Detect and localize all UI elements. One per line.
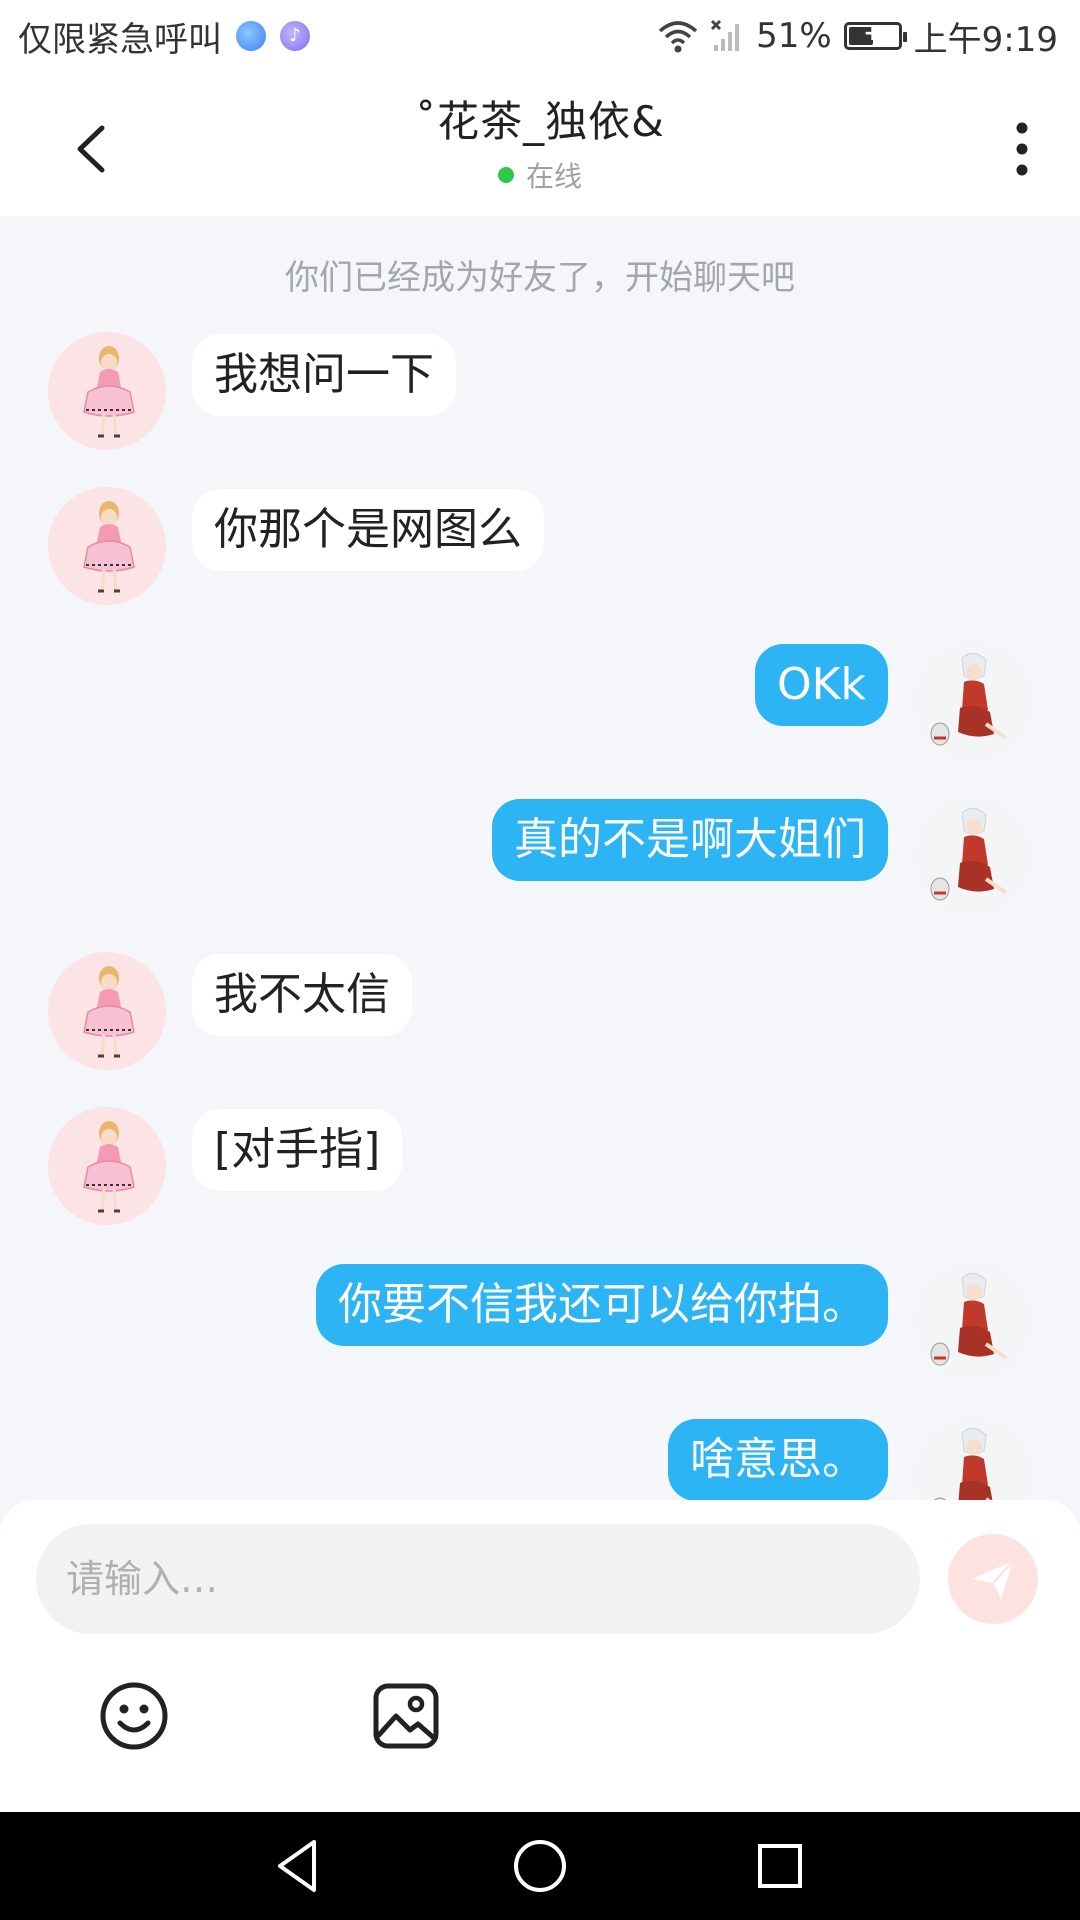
more-vertical-icon (1016, 122, 1028, 176)
image-icon (373, 1683, 439, 1749)
triangle-back-icon (278, 1840, 316, 1892)
my-avatar[interactable] (914, 642, 1032, 760)
outgoing-message-bubble[interactable]: OKk (755, 644, 888, 726)
outgoing-message-bubble[interactable]: 你要不信我还可以给你拍。 (316, 1264, 888, 1346)
globe-icon (236, 21, 266, 51)
status-bar: 仅限紧急呼叫 ♪ 51% + 上午9:19 (0, 0, 1080, 72)
emoji-icon (100, 1682, 168, 1750)
carrier-text: 仅限紧急呼叫 (18, 19, 222, 60)
incoming-message-bubble[interactable]: 你那个是网图么 (192, 489, 544, 571)
chat-header: ˚花茶_独依& 在线 (0, 72, 1080, 216)
message-list[interactable]: 你们已经成为好友了，开始聊天吧 我想问一下你那个是网图么 OKk 真的不是啊大姐们我… (0, 216, 1080, 1500)
battery-percent: 51% (756, 16, 832, 56)
system-tip: 你们已经成为好友了，开始聊天吧 (285, 258, 795, 298)
nav-back-button[interactable] (268, 1834, 332, 1898)
send-button[interactable] (948, 1534, 1038, 1624)
emoji-button[interactable] (98, 1680, 170, 1752)
image-button[interactable] (370, 1680, 442, 1752)
nav-recents-button[interactable] (748, 1834, 812, 1898)
online-status: 在线 (415, 155, 665, 195)
contact-avatar[interactable] (48, 952, 166, 1070)
incoming-message-bubble[interactable]: 我想问一下 (192, 334, 456, 416)
online-dot-icon (497, 166, 514, 183)
status-right: 51% + 上午9:19 (658, 12, 1058, 61)
contact-name: ˚花茶_独依& (415, 96, 665, 146)
online-status-text: 在线 (525, 159, 582, 193)
nav-home-button[interactable] (508, 1834, 572, 1898)
message-input[interactable] (36, 1524, 920, 1634)
battery-charging-icon: + (863, 21, 882, 46)
contact-avatar[interactable] (48, 487, 166, 605)
my-avatar[interactable] (914, 1262, 1032, 1380)
my-avatar[interactable] (914, 1417, 1032, 1500)
incoming-message-bubble[interactable]: 我不太信 (192, 954, 412, 1036)
circle-home-icon (514, 1840, 566, 1892)
chat-screen: 仅限紧急呼叫 ♪ 51% + 上午9:19 ˚花茶_独依& 在线 你们已经成为好… (0, 0, 1080, 1920)
outgoing-message-bubble[interactable]: 真的不是啊大姐们 (492, 799, 888, 881)
clock: 上午9:19 (913, 19, 1058, 60)
contact-avatar[interactable] (48, 332, 166, 450)
square-recents-icon (758, 1844, 802, 1888)
chevron-left-icon (77, 125, 105, 173)
incoming-message-bubble[interactable]: [对手指] (192, 1109, 403, 1191)
music-icon: ♪ (280, 21, 310, 51)
title-block: ˚花茶_独依& 在线 (415, 88, 665, 195)
my-avatar[interactable] (914, 797, 1032, 915)
contact-avatar[interactable] (48, 1107, 166, 1225)
signal-icon (711, 19, 740, 51)
input-panel (0, 1500, 1080, 1812)
battery-icon: + (843, 21, 907, 50)
status-left: 仅限紧急呼叫 ♪ (18, 12, 310, 61)
back-button[interactable] (62, 114, 132, 184)
send-icon (973, 1560, 1014, 1599)
wifi-icon (658, 21, 698, 53)
more-options-button[interactable] (992, 114, 1052, 184)
outgoing-message-bubble[interactable]: 啥意思。 (668, 1419, 888, 1500)
system-nav-bar (0, 1812, 1080, 1920)
